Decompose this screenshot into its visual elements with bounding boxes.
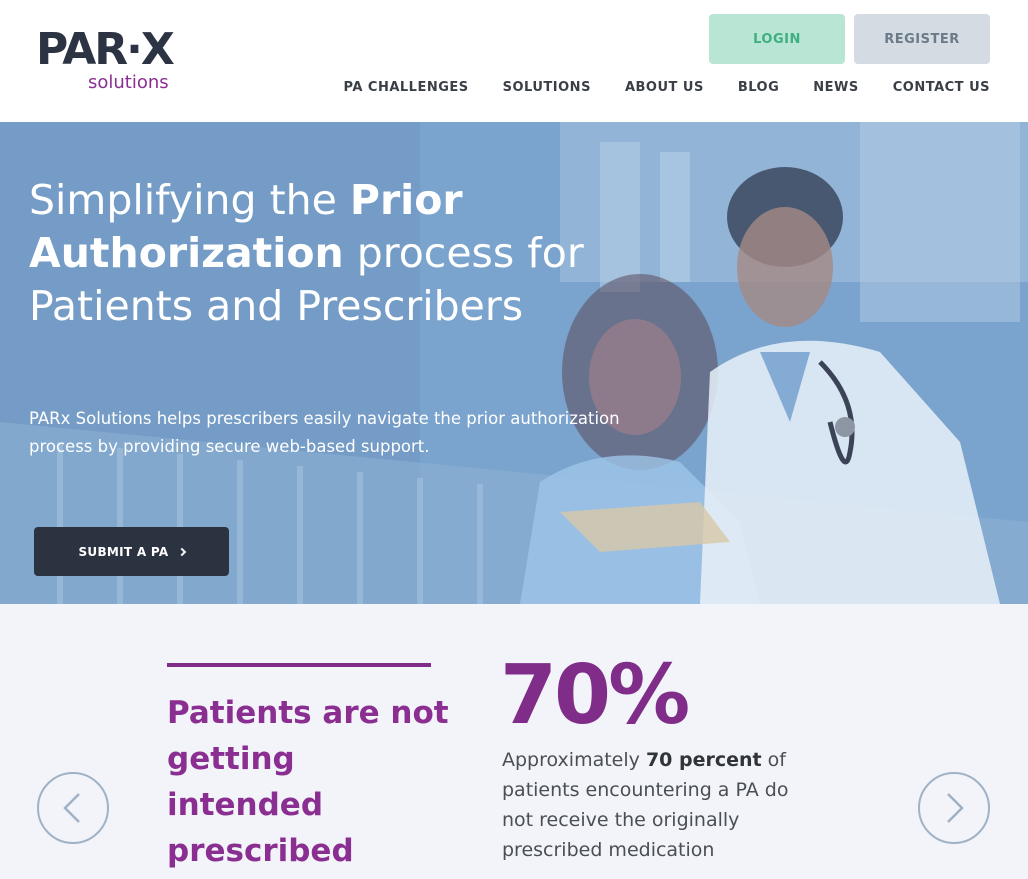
hero-title: Simplifying the Prior Authorization proc… xyxy=(29,176,584,330)
hero-section: Simplifying the Prior Authorization proc… xyxy=(0,122,1028,604)
nav-news[interactable]: NEWS xyxy=(813,80,858,95)
hero-description: PARx Solutions helps prescribers easily … xyxy=(29,409,620,456)
stat-big-number: 70% xyxy=(500,648,690,743)
carousel-next-button[interactable] xyxy=(918,772,990,844)
stat-headline: Patients are not getting intended prescr… xyxy=(167,695,449,869)
chevron-right-icon xyxy=(947,793,964,823)
nav-contact-us[interactable]: CONTACT US xyxy=(893,80,990,95)
submit-pa-label: SUBMIT A PA xyxy=(78,544,169,559)
chevron-left-icon xyxy=(63,793,80,823)
register-button[interactable]: REGISTER xyxy=(854,14,990,64)
stat-description: Approximately 70 percent of patients enc… xyxy=(502,749,789,861)
site-header: PAR·X solutions LOGIN REGISTER PA CHALLE… xyxy=(0,0,1028,122)
nav-solutions[interactable]: SOLUTIONS xyxy=(503,80,591,95)
stat-divider xyxy=(167,663,431,667)
stats-carousel: Patients are not getting intended prescr… xyxy=(0,604,1028,879)
parx-logo[interactable]: PAR·X solutions xyxy=(36,22,196,98)
logo-tagline: solutions xyxy=(88,72,169,93)
nav-about-us[interactable]: ABOUT US xyxy=(625,80,704,95)
main-nav: PA CHALLENGES SOLUTIONS ABOUT US BLOG NE… xyxy=(343,80,990,95)
carousel-prev-button[interactable] xyxy=(37,772,109,844)
submit-pa-button[interactable]: SUBMIT A PA xyxy=(34,527,229,576)
logo-brand: PAR·X xyxy=(36,24,175,75)
login-button[interactable]: LOGIN xyxy=(709,14,845,64)
chevron-right-icon xyxy=(177,547,186,556)
nav-blog[interactable]: BLOG xyxy=(738,80,779,95)
nav-pa-challenges[interactable]: PA CHALLENGES xyxy=(343,80,468,95)
